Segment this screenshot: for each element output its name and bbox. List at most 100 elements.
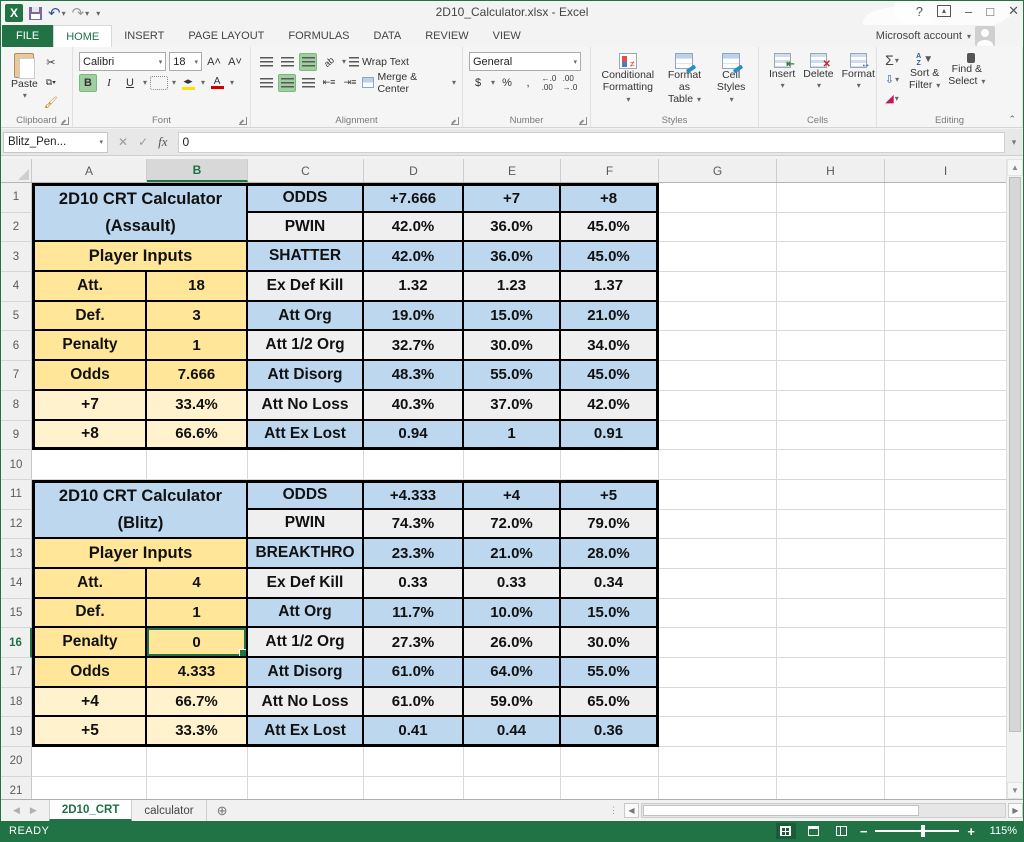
cell-G16[interactable] (659, 628, 777, 658)
cell-F20[interactable] (561, 747, 659, 777)
cell-C13[interactable]: BREAKTHRO (248, 539, 364, 569)
cell-B17[interactable]: 4.333 (147, 658, 248, 688)
cell-F18[interactable]: 65.0% (561, 687, 659, 718)
vertical-scroll-thumb[interactable] (1009, 177, 1021, 732)
find-select-button[interactable]: Find & Select ▾ (944, 51, 989, 107)
column-header-F[interactable]: F (561, 159, 659, 182)
row-header-12[interactable]: 12 (1, 509, 32, 540)
cell-G14[interactable] (659, 568, 777, 599)
cell-I13[interactable] (885, 539, 1007, 569)
cell-I14[interactable] (885, 568, 1007, 599)
cell-F2[interactable]: 45.0% (561, 212, 659, 243)
cell-H5[interactable] (777, 301, 885, 332)
cell-G10[interactable] (659, 450, 777, 480)
bold-button[interactable]: B (79, 73, 97, 92)
cell-A8[interactable]: +7 (32, 390, 147, 421)
cell-A5[interactable]: Def. (32, 301, 147, 332)
cell-C18[interactable]: Att No Loss (248, 687, 364, 718)
row-header-19[interactable]: 19 (1, 717, 32, 748)
formula-input[interactable]: 0 (177, 131, 1005, 153)
wrap-text-button[interactable]: Wrap Text (349, 53, 409, 71)
cell-E14[interactable]: 0.33 (464, 568, 561, 599)
row-header-6[interactable]: 6 (1, 331, 32, 362)
cell-A18[interactable]: +4 (32, 687, 147, 718)
cell-A9[interactable]: +8 (32, 420, 147, 451)
decrease-indent-button[interactable]: ⇤≡ (320, 74, 338, 92)
tab-home[interactable]: HOME (53, 25, 113, 47)
zoom-in-button[interactable]: + (967, 824, 975, 839)
column-header-B[interactable]: B (147, 159, 248, 182)
cell-A19[interactable]: +5 (32, 717, 147, 748)
sheet-tab-2d10-crt[interactable]: 2D10_CRT (48, 800, 133, 821)
cell-D6[interactable]: 32.7% (364, 331, 464, 362)
cell-I11[interactable] (885, 479, 1007, 510)
cell-H1[interactable] (777, 183, 885, 213)
row-header-21[interactable]: 21 (1, 776, 32, 799)
cell-D21[interactable] (364, 776, 464, 799)
cell-H10[interactable] (777, 450, 885, 480)
cell-I7[interactable] (885, 361, 1007, 391)
insert-cells-button[interactable]: ⇤ Insert ▾ (765, 51, 799, 94)
cell-D3[interactable]: 42.0% (364, 242, 464, 273)
cell-H7[interactable] (777, 361, 885, 391)
cell-E16[interactable]: 26.0% (464, 628, 561, 658)
cell-C21[interactable] (248, 776, 364, 799)
restore-button[interactable]: □ (986, 4, 994, 19)
cell-I10[interactable] (885, 450, 1007, 480)
align-middle-button[interactable] (278, 53, 296, 71)
row-header-4[interactable]: 4 (1, 272, 32, 302)
row-header-8[interactable]: 8 (1, 390, 32, 421)
prev-sheet-icon[interactable]: ◀ (13, 805, 20, 816)
cell-G20[interactable] (659, 747, 777, 777)
cell-E5[interactable]: 15.0% (464, 301, 561, 332)
cell-E12[interactable]: 72.0% (464, 509, 561, 540)
cell-I16[interactable] (885, 628, 1007, 658)
cell-E20[interactable] (464, 747, 561, 777)
align-left-button[interactable] (257, 74, 275, 92)
cell-E6[interactable]: 30.0% (464, 331, 561, 362)
merge-center-button[interactable]: Merge & Center ▾ (362, 71, 456, 95)
cell-H21[interactable] (777, 776, 885, 799)
cell-F8[interactable]: 42.0% (561, 390, 659, 421)
page-layout-view-button[interactable] (804, 823, 824, 839)
cell-F21[interactable] (561, 776, 659, 799)
cell-H14[interactable] (777, 568, 885, 599)
cell-D8[interactable]: 40.3% (364, 390, 464, 421)
tab-data[interactable]: DATA (362, 25, 414, 47)
row-header-10[interactable]: 10 (1, 450, 32, 480)
select-all-corner[interactable] (1, 159, 32, 182)
cell-G8[interactable] (659, 390, 777, 421)
cell-I3[interactable] (885, 242, 1007, 273)
cell-A11-merged[interactable]: 2D10 CRT Calculator (32, 479, 248, 510)
clear-button[interactable]: ◢ ▾ (883, 89, 901, 107)
cell-E19[interactable]: 0.44 (464, 717, 561, 748)
cell-I5[interactable] (885, 301, 1007, 332)
cell-F4[interactable]: 1.37 (561, 272, 659, 302)
tab-formulas[interactable]: FORMULAS (276, 25, 361, 47)
cell-E17[interactable]: 64.0% (464, 658, 561, 688)
cell-B15[interactable]: 1 (147, 598, 248, 629)
cell-I6[interactable] (885, 331, 1007, 362)
cell-C8[interactable]: Att No Loss (248, 390, 364, 421)
cell-E15[interactable]: 10.0% (464, 598, 561, 629)
borders-button[interactable] (150, 75, 169, 90)
cell-D10[interactable] (364, 450, 464, 480)
cell-D13[interactable]: 23.3% (364, 539, 464, 569)
close-button[interactable]: ✕ (1008, 3, 1019, 19)
cell-D15[interactable]: 11.7% (364, 598, 464, 629)
cell-E7[interactable]: 55.0% (464, 361, 561, 391)
cell-I4[interactable] (885, 272, 1007, 302)
cell-E4[interactable]: 1.23 (464, 272, 561, 302)
column-header-I[interactable]: I (885, 159, 1007, 182)
cell-E1[interactable]: +7 (464, 183, 561, 213)
cell-D19[interactable]: 0.41 (364, 717, 464, 748)
cell-A17[interactable]: Odds (32, 658, 147, 688)
cell-G21[interactable] (659, 776, 777, 799)
cell-D17[interactable]: 61.0% (364, 658, 464, 688)
tab-page-layout[interactable]: PAGE LAYOUT (176, 25, 276, 47)
cell-F15[interactable]: 15.0% (561, 598, 659, 629)
cell-E18[interactable]: 59.0% (464, 687, 561, 718)
cell-A21[interactable] (32, 776, 147, 799)
tab-review[interactable]: REVIEW (413, 25, 480, 47)
cell-A1-merged[interactable]: 2D10 CRT Calculator (32, 183, 248, 213)
